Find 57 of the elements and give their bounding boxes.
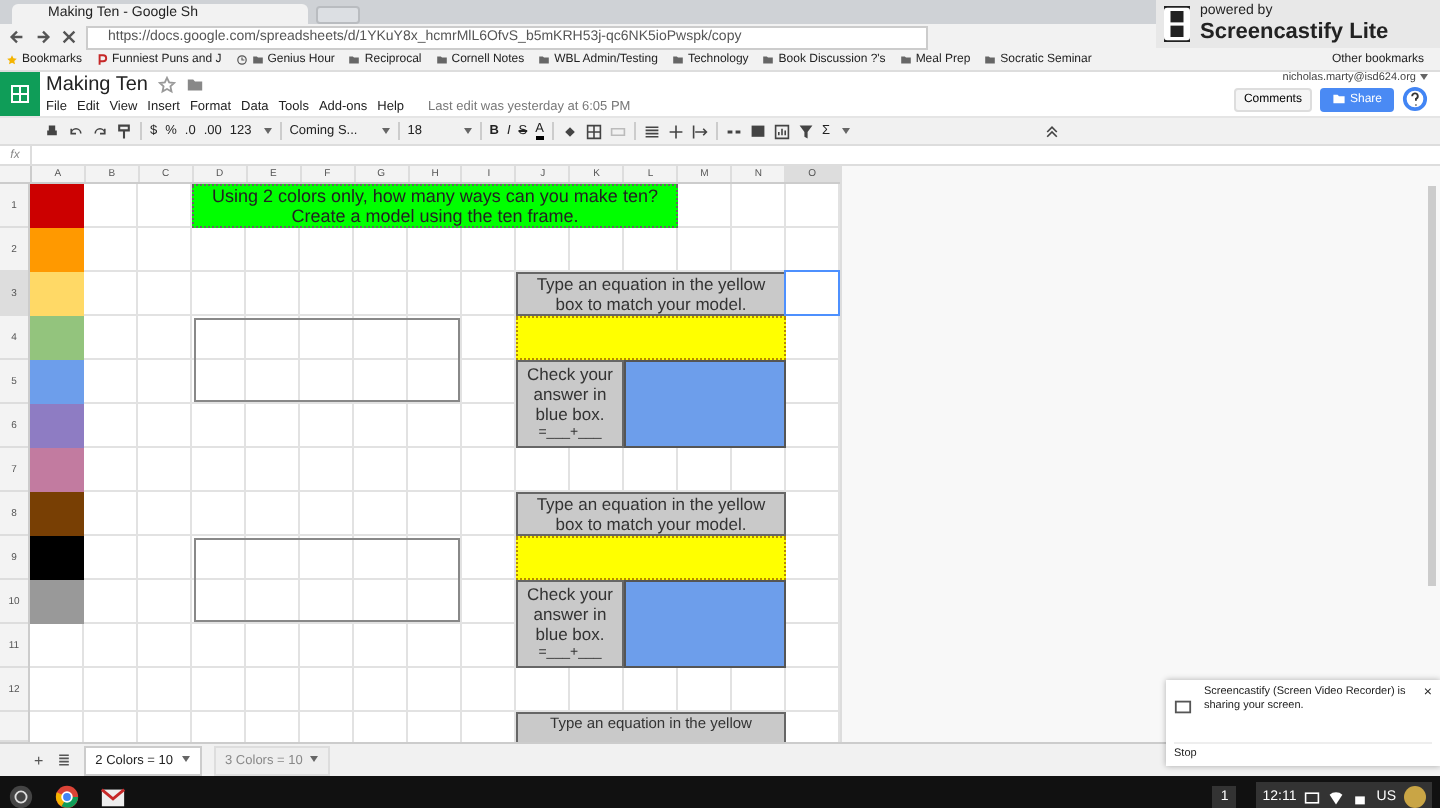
answer-field[interactable] <box>516 536 786 580</box>
collapse-icon[interactable] <box>1044 123 1060 139</box>
sheet-list-icon[interactable] <box>55 752 72 768</box>
redo-icon[interactable] <box>92 123 108 139</box>
star-icon[interactable] <box>157 75 176 93</box>
align-icon[interactable] <box>643 123 660 139</box>
prompt-cell: Type an equation in the yellow box to match your model. <box>516 492 786 536</box>
caret-icon[interactable] <box>463 128 472 134</box>
borders-icon[interactable] <box>585 123 602 139</box>
print-icon[interactable] <box>44 123 60 139</box>
help-icon[interactable] <box>1402 86 1428 112</box>
answer-field[interactable] <box>516 316 786 360</box>
folder-icon[interactable] <box>899 54 912 66</box>
overlay-title: Screencastify Lite <box>1200 20 1389 44</box>
launcher-icon[interactable] <box>8 784 34 808</box>
caret-icon[interactable] <box>841 128 850 134</box>
forward-icon[interactable] <box>34 28 52 46</box>
prompt-cell: Type an equation in the yellow box to match your model. <box>516 272 786 316</box>
user-avatar[interactable] <box>1404 786 1426 808</box>
letter-p-icon[interactable] <box>96 54 109 66</box>
fill-color-icon[interactable] <box>561 123 578 139</box>
caret-icon[interactable] <box>381 128 390 134</box>
wifi-icon[interactable] <box>1328 789 1345 805</box>
caret-icon[interactable] <box>181 756 190 763</box>
clock-icon[interactable] <box>235 54 248 66</box>
caret-icon[interactable] <box>263 128 272 134</box>
screen-icon[interactable] <box>1304 789 1321 805</box>
browser-icon[interactable] <box>54 784 80 808</box>
folder-icon <box>1331 92 1346 106</box>
caret-icon[interactable] <box>1420 74 1428 81</box>
mail-icon[interactable] <box>100 784 126 808</box>
screen-icon <box>1174 698 1192 716</box>
stop-icon[interactable] <box>60 28 78 46</box>
caret-icon[interactable] <box>310 756 319 763</box>
folder-icon[interactable] <box>435 54 448 66</box>
folder-icon[interactable] <box>251 54 264 66</box>
add-sheet-button[interactable]: + <box>34 751 44 769</box>
check-text: Check your answer in blue box. <box>525 364 615 424</box>
folder-icon[interactable] <box>671 54 684 66</box>
film-icon <box>1164 6 1190 42</box>
document-title[interactable]: Making Ten <box>46 73 148 95</box>
folder-icon[interactable] <box>348 54 361 66</box>
folder-icon[interactable] <box>984 54 997 66</box>
scrollbar[interactable] <box>1428 186 1436 586</box>
folder-icon[interactable] <box>762 54 775 66</box>
check-text: Check your answer in blue box. <box>525 584 615 644</box>
paint-format-icon[interactable] <box>116 123 132 139</box>
text-wrap-icon[interactable] <box>691 123 708 139</box>
back-icon[interactable] <box>8 28 26 46</box>
instruction-banner: Using 2 colors only, how many ways can you make ten? Create a model using the ten frame. <box>192 184 678 228</box>
chart-icon[interactable] <box>773 123 790 139</box>
vertical-align-icon[interactable] <box>667 123 684 139</box>
undo-icon[interactable] <box>68 123 84 139</box>
selected-cell[interactable] <box>784 270 840 316</box>
folder-icon[interactable] <box>538 54 551 66</box>
star-icon[interactable] <box>6 54 18 66</box>
filter-icon[interactable] <box>797 123 814 139</box>
